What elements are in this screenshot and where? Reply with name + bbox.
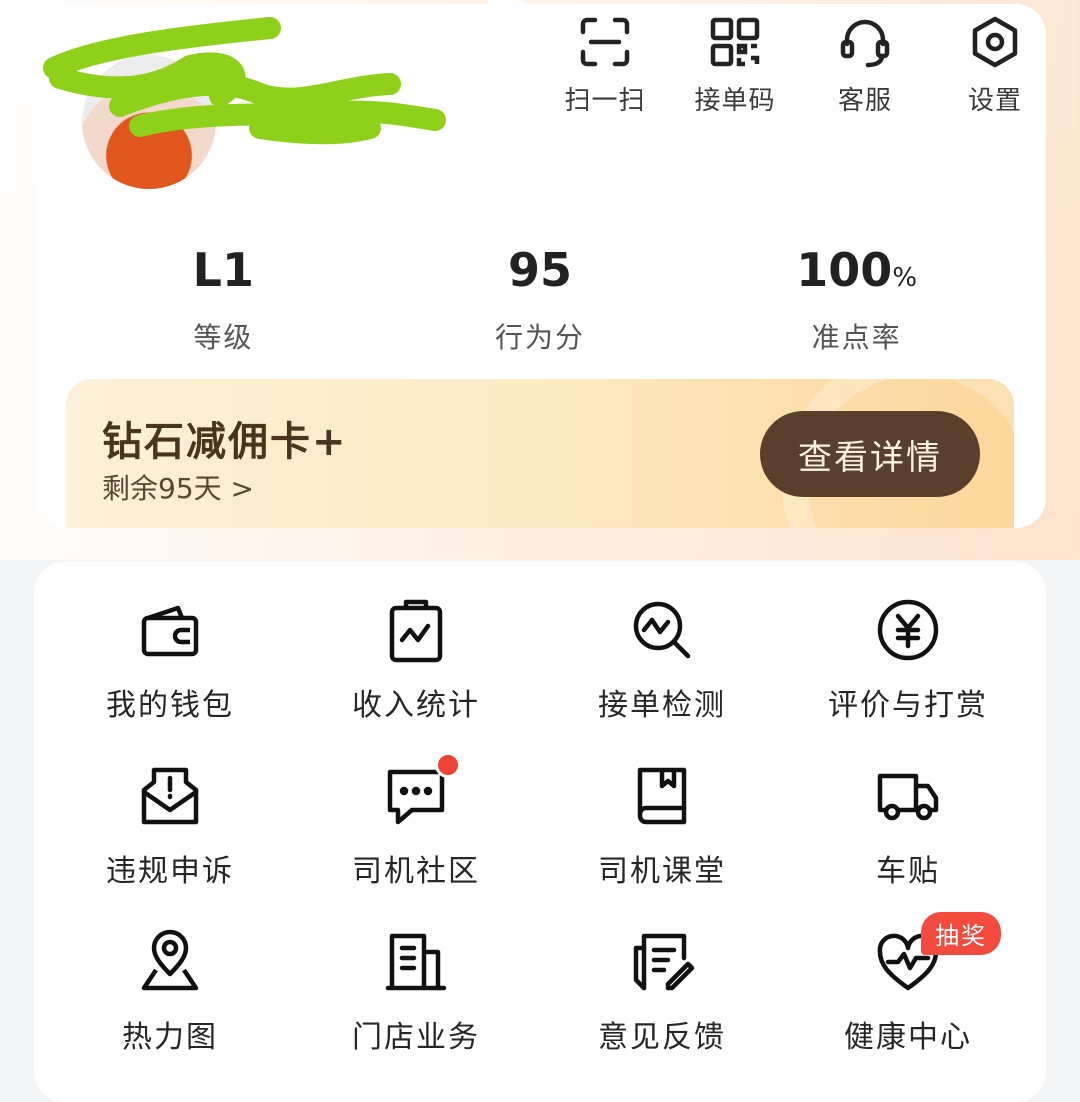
grid-item-label: 司机社区 (352, 854, 480, 889)
grid-item-label: 评价与打赏 (828, 688, 988, 723)
stat-behavior-score[interactable]: 95 行为分 (382, 240, 699, 360)
commission-card-remaining[interactable]: 剩余95天 > (102, 467, 254, 507)
grid-item-label: 我的钱包 (106, 688, 234, 723)
grid-item-ratings-tips[interactable]: 评价与打赏 (785, 596, 1031, 762)
map-pin-icon (141, 929, 199, 991)
grid-item-feedback[interactable]: 意见反馈 (539, 928, 785, 1094)
book-icon (637, 767, 687, 825)
stat-label: 行为分 (495, 321, 586, 354)
stat-level[interactable]: L1 等级 (65, 240, 382, 360)
settings-button[interactable]: 设置 (932, 14, 1058, 124)
stats-row: L1 等级 95 行为分 100% 准点率 (65, 240, 1015, 360)
stat-value: L1 (192, 243, 254, 297)
qr-code-icon (710, 17, 760, 67)
grid-item-car-sticker[interactable]: 车贴 (785, 762, 1031, 928)
view-details-button[interactable]: 查看详情 (760, 411, 980, 497)
grid-item-label: 健康中心 (844, 1020, 972, 1055)
stat-on-time-rate[interactable]: 100% 准点率 (698, 240, 1015, 360)
yuan-coin-icon (877, 599, 939, 661)
grid-item-driver-classroom[interactable]: 司机课堂 (539, 762, 785, 928)
headset-icon (840, 19, 890, 68)
header-actions: 扫一扫 接单码 客服 设置 (540, 14, 1060, 124)
clipboard-chart-icon (389, 599, 443, 663)
grid-item-heatmap[interactable]: 热力图 (47, 928, 293, 1094)
grid-item-label: 热力图 (122, 1020, 218, 1055)
grid-item-label: 意见反馈 (598, 1020, 726, 1055)
order-code-button[interactable]: 接单码 (672, 14, 798, 124)
profile-card-shoulder (488, 0, 548, 134)
customer-service-label: 客服 (837, 86, 892, 116)
redaction-scribble (43, 17, 446, 145)
stat-value: 100% (796, 243, 918, 297)
grid-item-label: 收入统计 (352, 688, 480, 723)
settings-label: 设置 (967, 86, 1022, 116)
grid-item-violation-appeal[interactable]: 违规申诉 (47, 762, 293, 928)
grid-item-label: 接单检测 (598, 688, 726, 723)
wallet-icon (141, 605, 199, 657)
grid-item-order-detection[interactable]: 接单检测 (539, 596, 785, 762)
customer-service-button[interactable]: 客服 (802, 14, 928, 124)
grid-item-label: 车贴 (876, 854, 940, 889)
order-code-label: 接单码 (694, 86, 776, 116)
settings-hexagon-icon (972, 16, 1018, 68)
grid-item-health-center[interactable]: 抽奖 健康中心 (785, 912, 1031, 1094)
truck-icon (877, 773, 939, 821)
feature-grid: 我的钱包 收入统计 接单检测 评价与打赏 违规申诉 司机社区 司机课堂 车贴 热… (34, 596, 1059, 1094)
commission-card-title: 钻石减佣卡+ (102, 419, 348, 465)
scan-label: 扫一扫 (564, 86, 646, 116)
search-pulse-icon (633, 601, 691, 659)
grid-item-label: 门店业务 (352, 1020, 480, 1055)
alert-envelope-icon (141, 767, 199, 825)
stat-label: 准点率 (811, 321, 902, 354)
grid-item-label: 违规申诉 (106, 854, 234, 889)
notification-dot (435, 752, 461, 778)
building-icon (385, 933, 447, 991)
grid-item-driver-community[interactable]: 司机社区 (293, 752, 539, 928)
scan-icon (580, 17, 630, 67)
features-card: 我的钱包 收入统计 接单检测 评价与打赏 违规申诉 司机社区 司机课堂 车贴 热… (34, 562, 1046, 1102)
lottery-badge: 抽奖 (921, 912, 1001, 955)
commission-card[interactable]: 钻石减佣卡+ 剩余95天 > 查看详情 (66, 379, 1014, 528)
feedback-form-icon (633, 933, 695, 991)
grid-item-wallet[interactable]: 我的钱包 (47, 596, 293, 762)
scan-button[interactable]: 扫一扫 (542, 14, 668, 124)
stat-value: 95 (508, 243, 573, 297)
grid-item-store-business[interactable]: 门店业务 (293, 928, 539, 1094)
grid-item-income-stats[interactable]: 收入统计 (293, 596, 539, 762)
stat-label: 等级 (193, 321, 254, 354)
grid-item-label: 司机课堂 (598, 854, 726, 889)
